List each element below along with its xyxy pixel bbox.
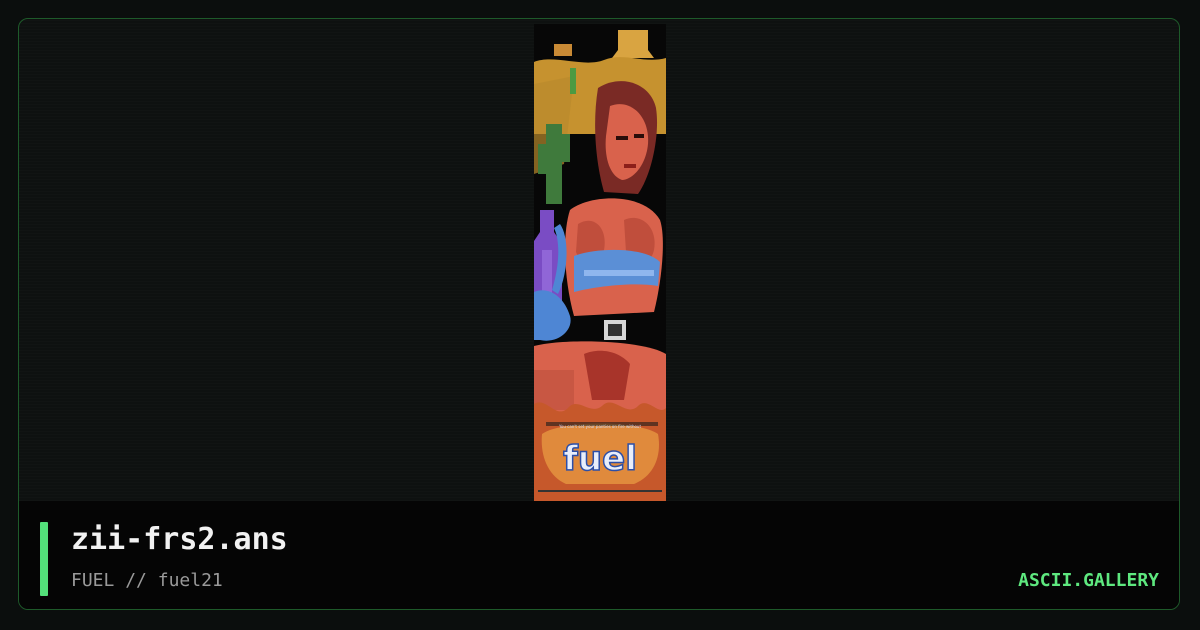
credit-separator: // [125,570,147,591]
artwork-image: fuel You can't set your panties on fire … [534,24,666,502]
accent-bar-icon [40,522,48,596]
artwork-credit[interactable]: FUEL // fuel21 [71,570,223,591]
card-frame: fuel You can't set your panties on fire … [18,18,1180,610]
site-brand-link[interactable]: ASCII.GALLERY [1018,570,1159,591]
info-footer: zii-frs2.ans FUEL // fuel21 ASCII.GALLER… [19,501,1179,609]
artwork-tagline: You can't set your panties on fire witho… [558,424,641,429]
artwork-filename[interactable]: zii-frs2.ans [71,522,288,557]
pack-name[interactable]: fuel21 [158,570,223,591]
ansi-artwork-preview[interactable]: fuel You can't set your panties on fire … [534,24,666,502]
fuel-logo: fuel [563,439,637,479]
group-name[interactable]: FUEL [71,570,114,591]
